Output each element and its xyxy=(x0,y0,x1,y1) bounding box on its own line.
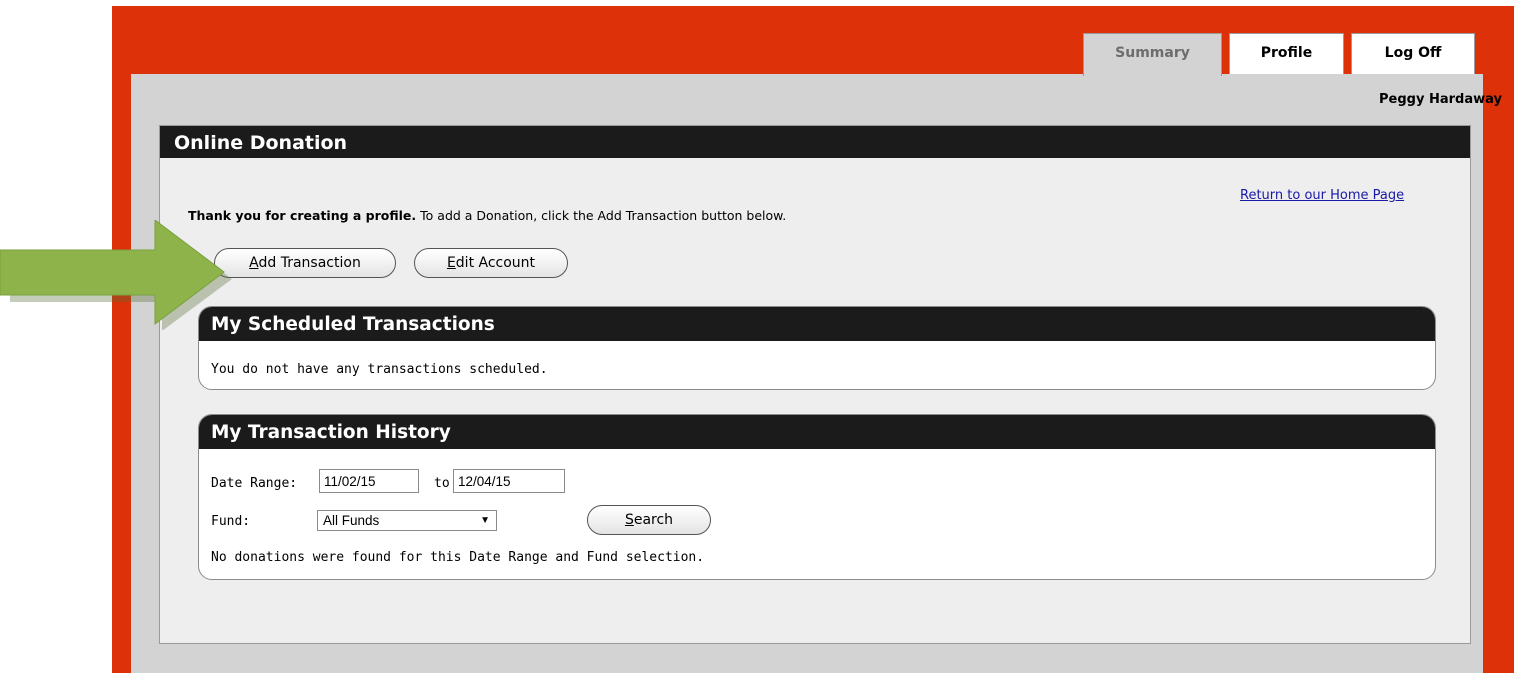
date-range-label: Date Range: xyxy=(211,476,298,491)
return-home-link[interactable]: Return to our Home Page xyxy=(1240,188,1404,203)
panel-title: Online Donation xyxy=(160,126,1470,158)
user-name: Peggy Hardaway xyxy=(1379,92,1502,107)
tab-summary[interactable]: Summary xyxy=(1083,33,1222,76)
to-label: to xyxy=(434,476,450,491)
right-arrow-icon xyxy=(0,220,232,330)
date-from-input[interactable]: 11/02/15 xyxy=(319,469,419,493)
thank-you-message: Thank you for creating a profile. To add… xyxy=(188,208,786,223)
fund-select[interactable]: All Funds ▼ xyxy=(317,510,497,531)
scheduled-transactions-box: My Scheduled Transactions You do not hav… xyxy=(198,306,1436,390)
scheduled-title: My Scheduled Transactions xyxy=(199,307,1435,341)
online-donation-panel: Online Donation Return to our Home Page … xyxy=(159,125,1471,644)
fund-label: Fund: xyxy=(211,514,251,529)
edit-account-button[interactable]: Edit Account xyxy=(414,248,568,278)
history-message: No donations were found for this Date Ra… xyxy=(211,550,705,565)
transaction-history-box: My Transaction History Date Range: 11/02… xyxy=(198,414,1436,580)
dropdown-arrow-icon: ▼ xyxy=(480,515,490,526)
tab-profile[interactable]: Profile xyxy=(1229,33,1344,74)
scheduled-message: You do not have any transactions schedul… xyxy=(211,362,548,377)
thank-you-text: To add a Donation, click the Add Transac… xyxy=(416,208,787,223)
date-to-input[interactable]: 12/04/15 xyxy=(453,469,565,493)
search-button[interactable]: Search xyxy=(587,505,711,535)
history-title: My Transaction History xyxy=(199,415,1435,449)
fund-selected-value: All Funds xyxy=(323,513,380,528)
tab-log-off[interactable]: Log Off xyxy=(1351,33,1475,74)
